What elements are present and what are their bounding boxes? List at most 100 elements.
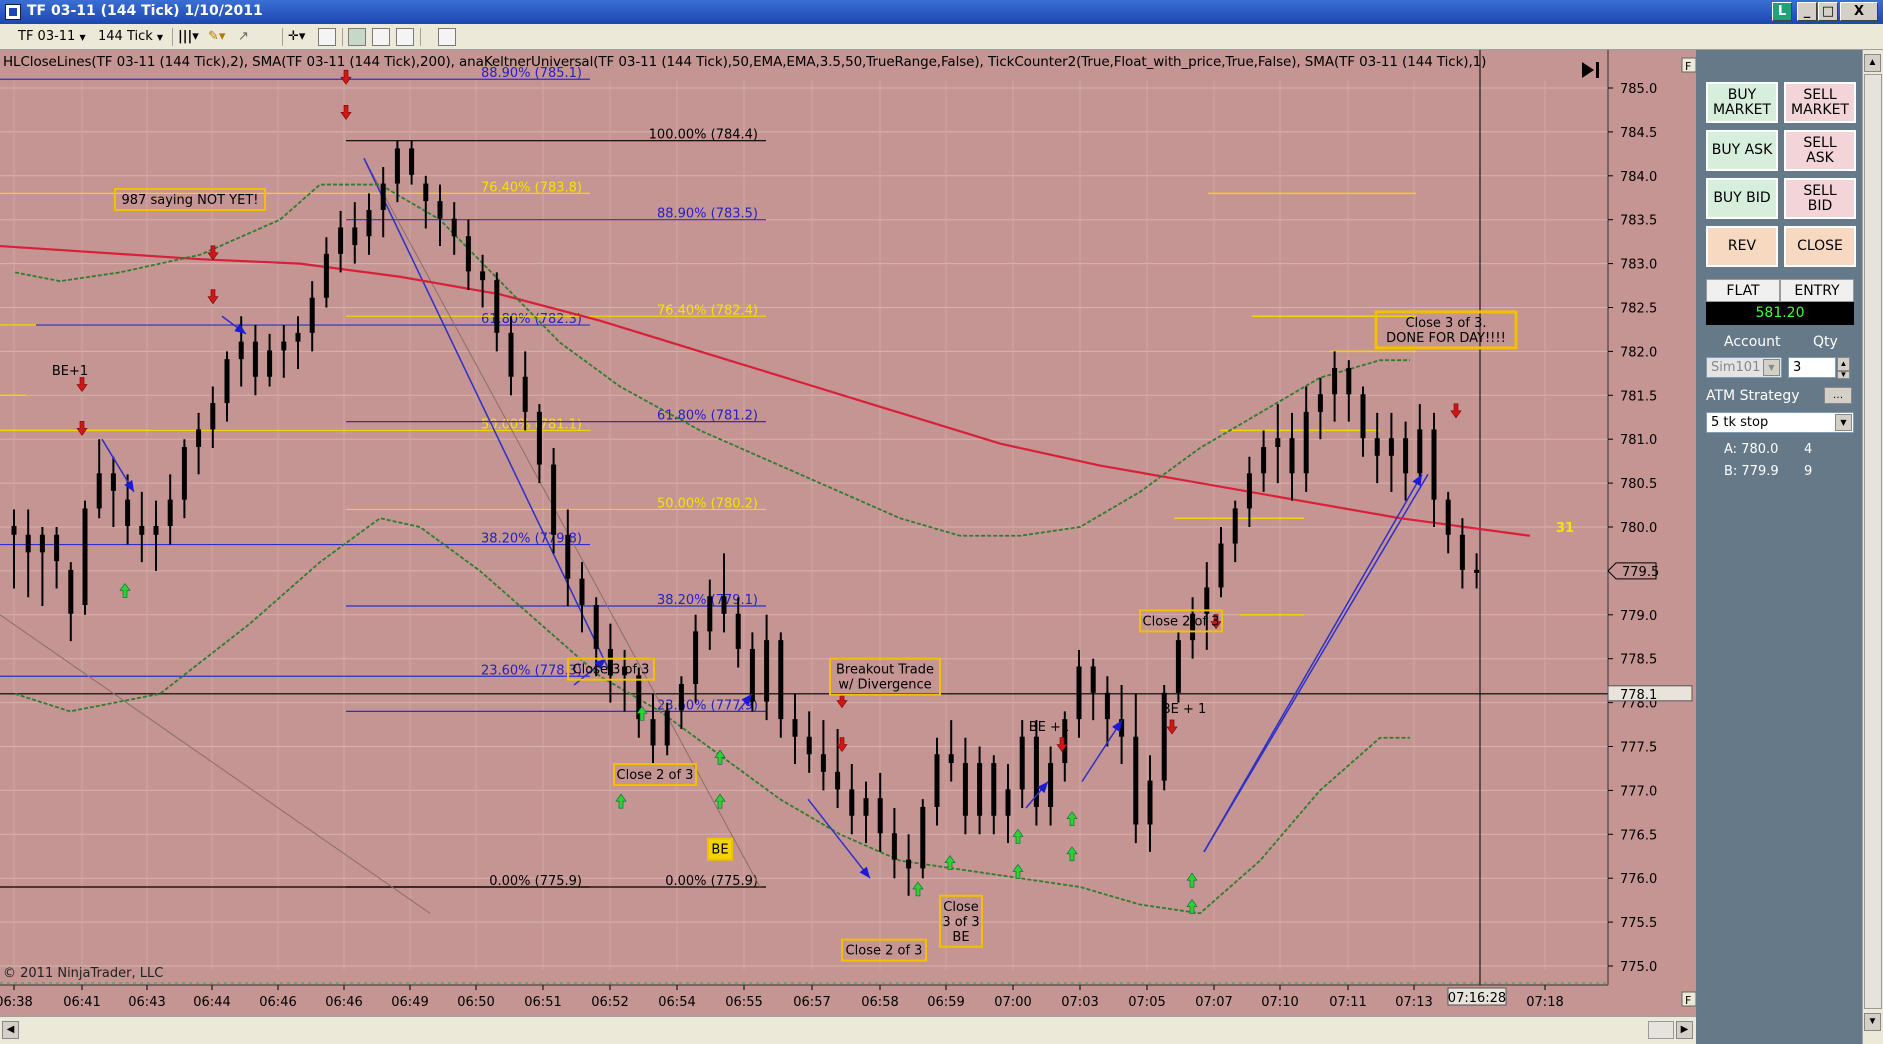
time-tick-label: 06:44 (193, 995, 230, 1010)
price-tick-label: 784.0 (1620, 170, 1657, 185)
bar-type-icon[interactable]: |||▾ (178, 27, 199, 47)
period-selector[interactable]: 144 Tick ▼ (98, 27, 163, 47)
trend-line (0, 614, 431, 914)
annotation-text: Close 2 of 3 (846, 944, 923, 959)
price-tick-label: 783.0 (1620, 258, 1657, 273)
toolbar-divider (282, 28, 283, 46)
zoom-icon[interactable] (318, 28, 336, 46)
annotation-text: BE +1 (1029, 720, 1069, 735)
buy-arrow-icon (1186, 872, 1198, 888)
price-bar-body (1374, 438, 1380, 456)
sell-bid-button[interactable]: SELL BID (1784, 178, 1856, 219)
price-chart[interactable]: 785.0 784.5 784.0 783.5 783.0 782.5 782.0 781.5… (0, 50, 1696, 1016)
quantity-stepper[interactable]: 3 (1788, 357, 1836, 378)
indicators-icon[interactable] (372, 28, 390, 46)
scroll-up-icon[interactable]: ▲ (1864, 54, 1881, 72)
annotation-text: w/ Divergence (838, 678, 931, 693)
buy-arrow-icon (1066, 811, 1078, 827)
fib-left-label: 76.40% (783.8) (481, 180, 582, 195)
link-button[interactable]: L (1772, 2, 1792, 21)
chart-trader-icon[interactable] (438, 28, 456, 46)
price-bar-body (167, 499, 173, 526)
position-flat-label: FLAT (1706, 279, 1780, 302)
time-tick-label: 06:50 (457, 995, 494, 1010)
drawing-tool-icon[interactable]: ✎▾ (208, 27, 225, 47)
price-bar-body (68, 569, 74, 614)
atm-strategy-select[interactable]: 5 tk stop ▼ (1706, 412, 1854, 433)
buy-arrow-icon (1012, 863, 1024, 879)
time-tick-label: 07:03 (1061, 995, 1098, 1010)
panel-scrollbar[interactable]: ▲ ▼ (1862, 50, 1883, 1044)
time-tick-label: 07:18 (1526, 995, 1563, 1010)
annotation-text: Close 2 of 3 (617, 768, 694, 783)
buy-arrow-icon (615, 793, 627, 809)
skip-to-end-icon[interactable] (1582, 62, 1594, 78)
price-bar-body (1431, 429, 1437, 500)
price-bar-body (1019, 736, 1025, 790)
price-bar-body (1175, 640, 1181, 693)
chevron-down-icon[interactable]: ▼ (1763, 359, 1780, 376)
price-bar-body (962, 763, 968, 816)
price-bar-body (593, 605, 599, 649)
sell-market-button[interactable]: SELL MARKET (1784, 82, 1856, 123)
close-label: CLOSE (1797, 238, 1843, 254)
instrument-selector[interactable]: TF 03-11 ▼ (18, 27, 86, 47)
rev-label: REV (1727, 238, 1757, 254)
qty-down-icon[interactable]: ▼ (1837, 371, 1850, 379)
last-price-label: 779.5 (1622, 565, 1659, 580)
minimize-icon[interactable]: _ (1797, 2, 1817, 21)
close-position-button[interactable]: CLOSE (1784, 226, 1856, 267)
price-bar-body (1459, 534, 1465, 570)
indicator-icon[interactable]: ↗ (238, 27, 249, 47)
price-bar-body (820, 754, 826, 772)
time-tick-label: 07:13 (1395, 995, 1432, 1010)
scroll-down-icon[interactable]: ▼ (1864, 1013, 1881, 1031)
time-tick-label: 07:07 (1195, 995, 1232, 1010)
qty-label: Qty (1813, 334, 1838, 350)
chart-canvas[interactable]: 785.0 784.5 784.0 783.5 783.0 782.5 782.0 781.5… (0, 50, 1696, 1016)
time-tick-label: 06:57 (793, 995, 830, 1010)
scroll-right-icon[interactable]: ▶ (1676, 1021, 1693, 1039)
price-bar-body (835, 771, 841, 790)
strategies-icon[interactable] (396, 28, 414, 46)
buy-ask-button[interactable]: BUY ASK (1706, 130, 1778, 171)
price-bar-body (1005, 789, 1011, 816)
price-bar-body (423, 183, 429, 202)
price-bar-body (295, 332, 301, 342)
crosshair-time-label: 07:16:28 (1448, 991, 1506, 1006)
sell-ask-button[interactable]: SELL ASK (1784, 130, 1856, 171)
maximize-icon[interactable]: □ (1818, 2, 1838, 21)
sell-arrow-icon (76, 377, 88, 393)
ask-size-label: 4 (1804, 442, 1813, 457)
time-tick-label: 07:11 (1329, 995, 1366, 1010)
time-tick-label: 06:38 (0, 995, 33, 1010)
horizontal-scrollbar[interactable]: ◀ ▶ (0, 1016, 1696, 1044)
price-bar-body (1133, 736, 1139, 825)
time-tick-label: 06:46 (325, 995, 362, 1010)
fib-left-label: 50.00% (781.1) (481, 417, 582, 432)
price-bar-body (977, 763, 983, 816)
price-tick-label: 775.5 (1620, 916, 1657, 931)
close-window-icon[interactable]: X (1840, 2, 1878, 21)
skip-to-end-bar[interactable] (1596, 62, 1599, 78)
atm-options-button[interactable]: … (1824, 387, 1852, 404)
title-bar[interactable]: TF 03-11 (144 Tick) 1/10/2011 L _ □ X (0, 0, 1883, 24)
buy-market-button[interactable]: BUY MARKET (1706, 82, 1778, 123)
crosshair-icon[interactable]: ✛▾ (288, 27, 305, 47)
price-bar-body (25, 534, 31, 553)
price-tick-label: 776.0 (1620, 872, 1657, 887)
toolbar-divider (420, 28, 421, 46)
buy-bid-button[interactable]: BUY BID (1706, 178, 1778, 219)
reverse-button[interactable]: REV (1706, 226, 1778, 267)
price-tick-label: 776.5 (1620, 828, 1657, 843)
time-tick-label: 06:41 (63, 995, 100, 1010)
scroll-thumb[interactable] (1648, 1021, 1674, 1039)
chart-properties-icon[interactable] (348, 28, 366, 46)
qty-up-icon[interactable]: ▲ (1837, 357, 1850, 371)
account-select[interactable]: Sim101 ▼ (1706, 357, 1782, 378)
price-bar-body (352, 227, 358, 246)
price-bar-body (465, 236, 471, 272)
chevron-down-icon[interactable]: ▼ (1835, 414, 1852, 431)
panel-scroll-thumb[interactable] (1864, 74, 1882, 1009)
scroll-left-icon[interactable]: ◀ (2, 1021, 19, 1039)
